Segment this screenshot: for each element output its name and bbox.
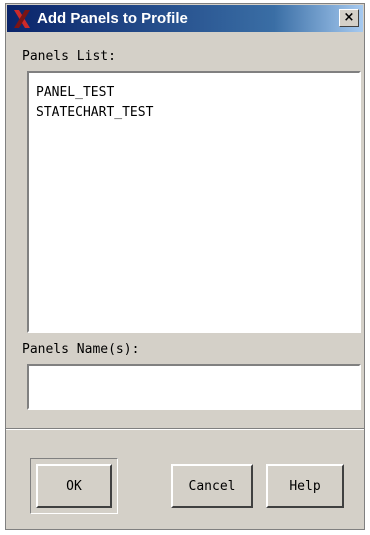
cancel-button[interactable]: Cancel <box>171 464 253 508</box>
divider <box>6 428 364 430</box>
help-button[interactable]: Help <box>266 464 344 508</box>
x-window-icon <box>13 9 31 29</box>
list-item[interactable]: PANEL_TEST <box>36 83 359 103</box>
dialog-window: Add Panels to Profile × Panels List: PAN… <box>5 3 365 530</box>
panels-list[interactable]: PANEL_TEST STATECHART_TEST <box>27 71 361 333</box>
panels-name-input[interactable] <box>27 364 361 410</box>
close-button[interactable]: × <box>339 9 359 27</box>
list-item[interactable]: STATECHART_TEST <box>36 103 359 123</box>
window-title: Add Panels to Profile <box>37 10 188 27</box>
close-icon: × <box>343 10 355 25</box>
ok-button[interactable]: OK <box>36 464 112 508</box>
panels-name-label: Panels Name(s): <box>22 342 140 357</box>
panels-list-label: Panels List: <box>22 49 116 64</box>
title-bar[interactable]: Add Panels to Profile × <box>7 5 363 32</box>
